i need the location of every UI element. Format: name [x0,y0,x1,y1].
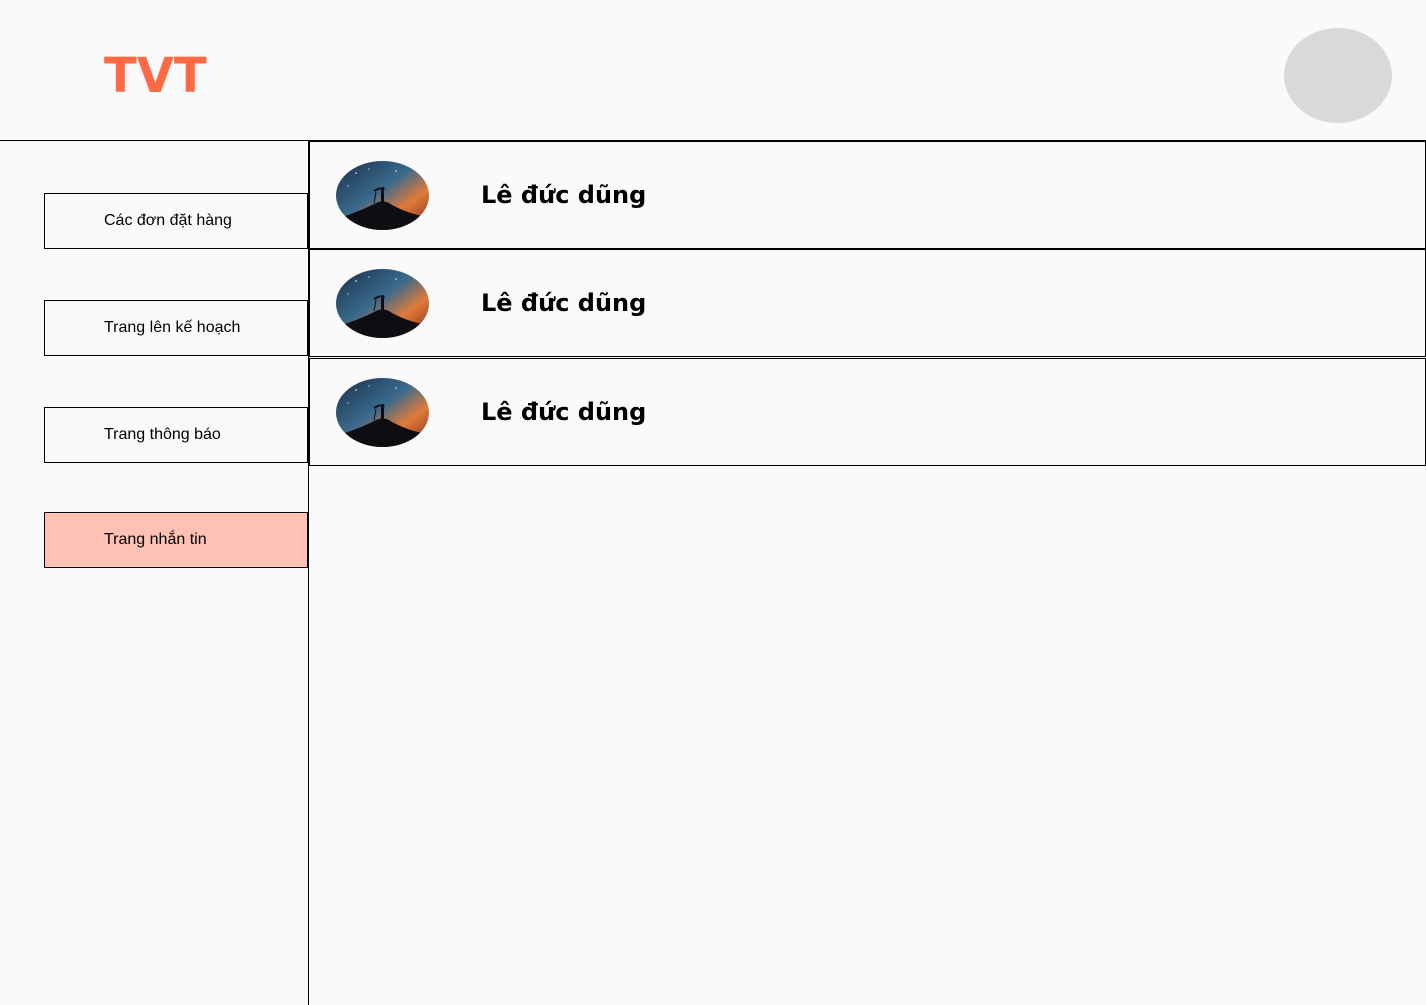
conversation-name: Lê đức dũng [481,398,647,426]
user-avatar[interactable] [1284,28,1392,123]
conversation-name: Lê đức dũng [481,181,647,209]
sidebar-item-planning[interactable]: Trang lên kế hoạch [44,300,308,356]
photo-avatar-icon [336,269,429,338]
photo-avatar-icon [336,378,429,447]
sidebar-item-label: Trang lên kế hoạch [104,319,241,336]
conversation-item[interactable]: Lê đức dũng [309,141,1426,249]
conversation-item[interactable]: Lê đức dũng [309,249,1426,357]
sidebar-item-label: Trang nhắn tin [104,531,207,548]
conversation-item[interactable]: Lê đức dũng [309,358,1426,466]
sidebar-item-notifications[interactable]: Trang thông báo [44,407,308,463]
sidebar-item-orders[interactable]: Các đơn đặt hàng [44,193,308,249]
brand-logo[interactable]: TVT [104,52,207,100]
photo-avatar-icon [336,161,429,230]
sidebar-item-messages[interactable]: Trang nhắn tin [44,512,308,568]
conversation-name: Lê đức dũng [481,289,647,317]
sidebar-item-label: Các đơn đặt hàng [104,212,232,229]
sidebar-item-label: Trang thông báo [104,426,221,443]
